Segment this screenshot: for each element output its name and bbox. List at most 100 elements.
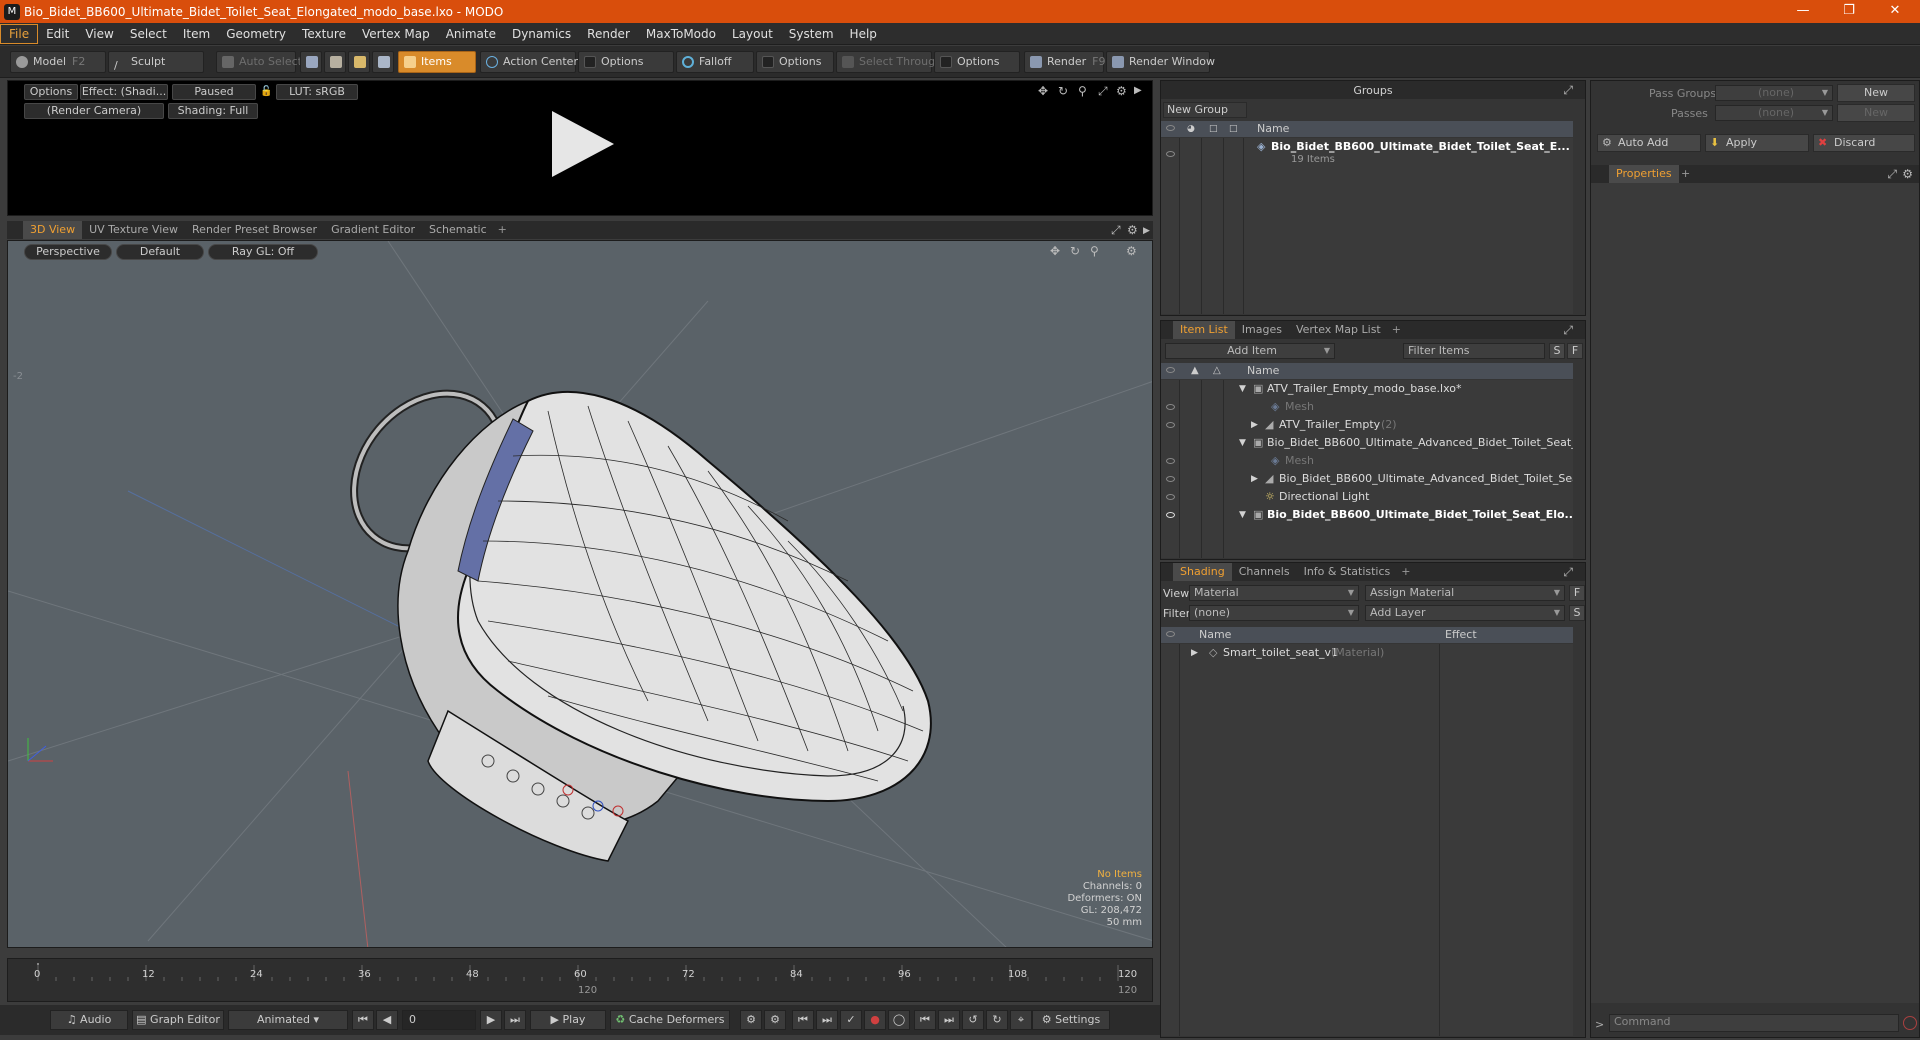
materials-mode-button[interactable] [372, 51, 394, 73]
render-window-button[interactable]: Render Window [1106, 51, 1215, 73]
shader-row[interactable]: ▶ ◇ Smart_toilet_seat_v1 (Material) [1161, 644, 1573, 662]
menu-maxtomodo[interactable]: MaxToModo [638, 24, 724, 44]
tab-info-statistics[interactable]: Info & Statistics [1297, 563, 1398, 581]
next-key-icon[interactable]: ⏭ [816, 1010, 838, 1030]
action-center-button[interactable]: Action Center [480, 51, 578, 73]
menu-dynamics[interactable]: Dynamics [504, 24, 579, 44]
frame-input[interactable]: 0 [402, 1010, 476, 1030]
preview-options-button[interactable]: Options [24, 84, 78, 100]
step-back-icon[interactable]: ◀ [376, 1010, 398, 1030]
menu-texture[interactable]: Texture [294, 24, 354, 44]
filter-items-input[interactable]: Filter Items [1403, 343, 1545, 359]
list-item[interactable]: ▼ ▣ Bio_Bidet_BB600_Ultimate_Advanced_Bi… [1161, 434, 1573, 452]
tab-properties[interactable]: Properties [1609, 165, 1679, 183]
shading-s-button[interactable]: S [1569, 605, 1585, 621]
render-button[interactable]: Render F9 [1024, 51, 1106, 73]
select-through-button[interactable]: Select Through [836, 51, 942, 73]
key-tool-1-icon[interactable]: ⚙ [740, 1010, 762, 1030]
tab-gradient-editor[interactable]: Gradient Editor [324, 221, 422, 239]
viewport-gear-icon[interactable]: ⚙ [1127, 224, 1138, 236]
menu-system[interactable]: System [781, 24, 842, 44]
tab-images[interactable]: Images [1235, 321, 1289, 339]
menu-file[interactable]: File [0, 23, 39, 44]
tab-vertex-map-list[interactable]: Vertex Map List [1289, 321, 1388, 339]
cache-deformers-button[interactable]: ♻ Cache Deformers [610, 1010, 730, 1030]
close-icon[interactable]: ✕ [1872, 0, 1918, 23]
group-visibility-icon[interactable] [1166, 151, 1175, 157]
viewport-expand-icon[interactable]: ▶ [1143, 225, 1150, 237]
gear-icon[interactable]: ⚙ [1116, 85, 1127, 97]
audio-button[interactable]: ♫ Audio [50, 1010, 128, 1030]
zoom-icon[interactable]: ⚲ [1078, 85, 1087, 97]
list-item[interactable]: ◈ Mesh [1161, 398, 1573, 416]
3d-viewport[interactable]: Perspective Default Ray GL: Off ✥ ↻ ⚲ ⚙ … [7, 240, 1153, 948]
expand-right-icon[interactable]: ▶ [1134, 85, 1142, 97]
lock-icon[interactable]: 🔓 [260, 86, 272, 98]
assign-material-dropdown[interactable]: Assign Material [1365, 585, 1565, 601]
apply-button[interactable]: ⬇ Apply [1705, 134, 1809, 152]
command-record-icon[interactable] [1903, 1016, 1917, 1030]
effect-dropdown[interactable]: Effect: (Shadi... [80, 84, 168, 100]
view-dropdown[interactable]: Material [1189, 585, 1359, 601]
render-camera-dropdown[interactable]: (Render Camera) [24, 103, 164, 119]
polygons-mode-button[interactable] [348, 51, 370, 73]
snap-icon[interactable]: ⌖ [1010, 1010, 1032, 1030]
settings-button[interactable]: ⚙ Settings [1032, 1010, 1110, 1030]
tab-channels[interactable]: Channels [1232, 563, 1297, 581]
list-item[interactable]: ▼ ▣ Bio_Bidet_BB600_Ultimate_Bidet_Toile… [1161, 506, 1573, 524]
timeline[interactable]: 0 12 24 36 48 60 72 84 96 108 120 120 12… [7, 958, 1153, 1002]
visibility-icon[interactable] [1166, 512, 1175, 518]
discard-button[interactable]: ✖ Discard [1813, 134, 1915, 152]
add-tab-icon[interactable]: + [1397, 563, 1414, 581]
action-center-options-button[interactable]: Options [578, 51, 674, 73]
tab-item-list[interactable]: Item List [1173, 321, 1235, 339]
list-item[interactable]: ▶ ◢ Bio_Bidet_BB600_Ultimate_Advanced_Bi… [1161, 470, 1573, 488]
new-pass-button[interactable]: New [1837, 104, 1915, 122]
menu-edit[interactable]: Edit [38, 24, 77, 44]
record-icon[interactable]: ● [864, 1010, 886, 1030]
tab-3d-view[interactable]: 3D View [23, 221, 83, 239]
collapse-icon[interactable]: ▼ [1239, 434, 1246, 452]
shading-f-button[interactable]: F [1569, 585, 1585, 601]
items-mode-button[interactable]: Items [398, 51, 476, 73]
last-key-icon[interactable]: ⏭ [938, 1010, 960, 1030]
lut-dropdown[interactable]: LUT: sRGB [276, 84, 358, 100]
menu-geometry[interactable]: Geometry [218, 24, 294, 44]
properties-gear-icon[interactable]: ⚙ [1902, 168, 1913, 180]
filter-f-button[interactable]: F [1567, 343, 1583, 359]
add-tab-icon[interactable]: + [494, 221, 511, 239]
select-through-options-button[interactable]: Options [934, 51, 1020, 73]
collapse-icon[interactable]: ▼ [1239, 380, 1246, 398]
paused-button[interactable]: Paused [172, 84, 256, 100]
visibility-icon[interactable] [1166, 476, 1175, 482]
falloff-button[interactable]: Falloff [676, 51, 754, 73]
visibility-icon[interactable] [1166, 458, 1175, 464]
first-key-icon[interactable]: ⏮ [914, 1010, 936, 1030]
properties-maximize-icon[interactable]: ⤢ [1887, 168, 1897, 180]
shading-maximize-icon[interactable]: ⤢ [1563, 566, 1573, 578]
groups-maximize-icon[interactable]: ⤢ [1563, 84, 1573, 96]
step-forward-icon[interactable]: ▶ [480, 1010, 502, 1030]
go-start-icon[interactable]: ⏮ [352, 1010, 374, 1030]
list-item[interactable]: ☼ Directional Light [1161, 488, 1573, 506]
menu-view[interactable]: View [77, 24, 121, 44]
new-group-button[interactable]: New Group [1163, 102, 1247, 118]
group-row[interactable]: Bio_Bidet_BB600_Ultimate_Bidet_Toilet_Se… [1161, 138, 1573, 168]
auto-select-button[interactable]: Auto Select [216, 51, 302, 73]
auto-key-icon[interactable]: ◯ [888, 1010, 910, 1030]
menu-item[interactable]: Item [175, 24, 218, 44]
menu-render[interactable]: Render [579, 24, 638, 44]
expand-icon[interactable]: ▶ [1251, 416, 1258, 434]
menu-vertex-map[interactable]: Vertex Map [354, 24, 438, 44]
model-button[interactable]: Model F2 [10, 51, 106, 73]
tab-schematic[interactable]: Schematic [422, 221, 494, 239]
go-end-icon[interactable]: ⏭ [504, 1010, 526, 1030]
visibility-icon[interactable] [1166, 494, 1175, 500]
minimize-icon[interactable]: — [1780, 0, 1826, 23]
menu-help[interactable]: Help [842, 24, 885, 44]
add-tab-icon[interactable]: + [1677, 165, 1694, 183]
new-pass-group-button[interactable]: New [1837, 84, 1915, 102]
animated-dropdown[interactable]: Animated ▾ [228, 1010, 348, 1030]
pan-icon[interactable]: ✥ [1038, 85, 1048, 97]
auto-add-button[interactable]: ⚙ Auto Add [1597, 134, 1701, 152]
